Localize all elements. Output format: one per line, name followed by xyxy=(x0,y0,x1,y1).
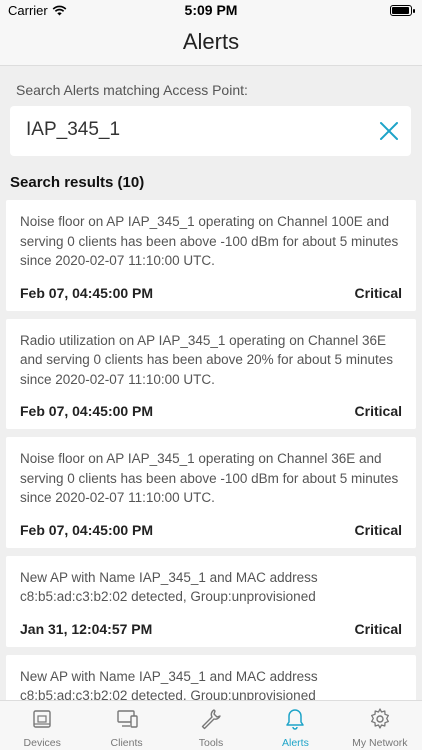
nav-header: Alerts xyxy=(0,22,422,66)
results-title: Search results (10) xyxy=(10,174,145,191)
alert-card[interactable]: New AP with Name IAP_345_1 and MAC addre… xyxy=(6,555,416,647)
tab-label: Clients xyxy=(110,737,143,749)
battery-icon xyxy=(390,5,415,16)
alert-time: Feb 07, 04:45:00 PM xyxy=(20,284,154,301)
clock: 5:09 PM xyxy=(184,2,238,18)
clients-icon xyxy=(116,710,138,728)
tab-label: Alerts xyxy=(282,737,309,749)
tab-label: Tools xyxy=(198,737,224,749)
alert-message: Radio utilization on AP IAP_345_1 operat… xyxy=(20,332,393,387)
search-input[interactable]: IAP_345_1 xyxy=(10,106,411,156)
tools-icon xyxy=(201,709,221,730)
page-title: Alerts xyxy=(182,29,240,54)
alert-severity: Critical xyxy=(354,403,402,419)
tab-alerts[interactable]: Alerts xyxy=(253,701,337,750)
tab-label: My Network xyxy=(352,737,408,749)
alert-message: New AP with Name IAP_345_1 and MAC addre… xyxy=(20,668,318,701)
alert-card[interactable]: New AP with Name IAP_345_1 and MAC addre… xyxy=(6,654,416,701)
alert-time: Jan 31, 12:04:57 PM xyxy=(20,620,153,637)
alert-time: Feb 07, 04:45:00 PM xyxy=(20,521,154,538)
tab-tools[interactable]: Tools xyxy=(169,701,253,750)
tab-bar: Devices Clients Tools Alerts My Network xyxy=(0,700,422,750)
alert-time: Feb 07, 04:45:00 PM xyxy=(20,403,154,419)
tab-my-network[interactable]: My Network xyxy=(338,701,422,750)
alert-severity: Critical xyxy=(354,521,402,538)
search-label: Search Alerts matching Access Point: xyxy=(16,82,248,98)
alert-message: Noise floor on AP IAP_345_1 operating on… xyxy=(20,451,399,505)
alert-severity: Critical xyxy=(354,620,402,637)
alert-card[interactable]: Radio utilization on AP IAP_345_1 operat… xyxy=(6,318,416,429)
alert-card[interactable]: Noise floor on AP IAP_345_1 operating on… xyxy=(6,200,416,311)
tab-devices[interactable]: Devices xyxy=(0,701,84,750)
tab-clients[interactable]: Clients xyxy=(84,701,168,750)
gear-icon xyxy=(370,708,389,729)
alert-card[interactable]: Noise floor on AP IAP_345_1 operating on… xyxy=(6,437,416,548)
alert-severity: Critical xyxy=(354,284,402,301)
status-bar: Carrier 5:09 PM xyxy=(0,0,422,22)
alert-message: Noise floor on AP IAP_345_1 operating on… xyxy=(20,214,399,268)
search-input-value[interactable]: IAP_345_1 xyxy=(26,119,120,141)
devices-icon xyxy=(33,710,51,728)
tab-label: Devices xyxy=(23,737,61,749)
bell-icon xyxy=(286,709,305,730)
close-icon[interactable] xyxy=(379,121,399,141)
alerts-list[interactable]: Noise floor on AP IAP_345_1 operating on… xyxy=(6,200,416,700)
alert-message: New AP with Name IAP_345_1 and MAC addre… xyxy=(20,569,318,605)
